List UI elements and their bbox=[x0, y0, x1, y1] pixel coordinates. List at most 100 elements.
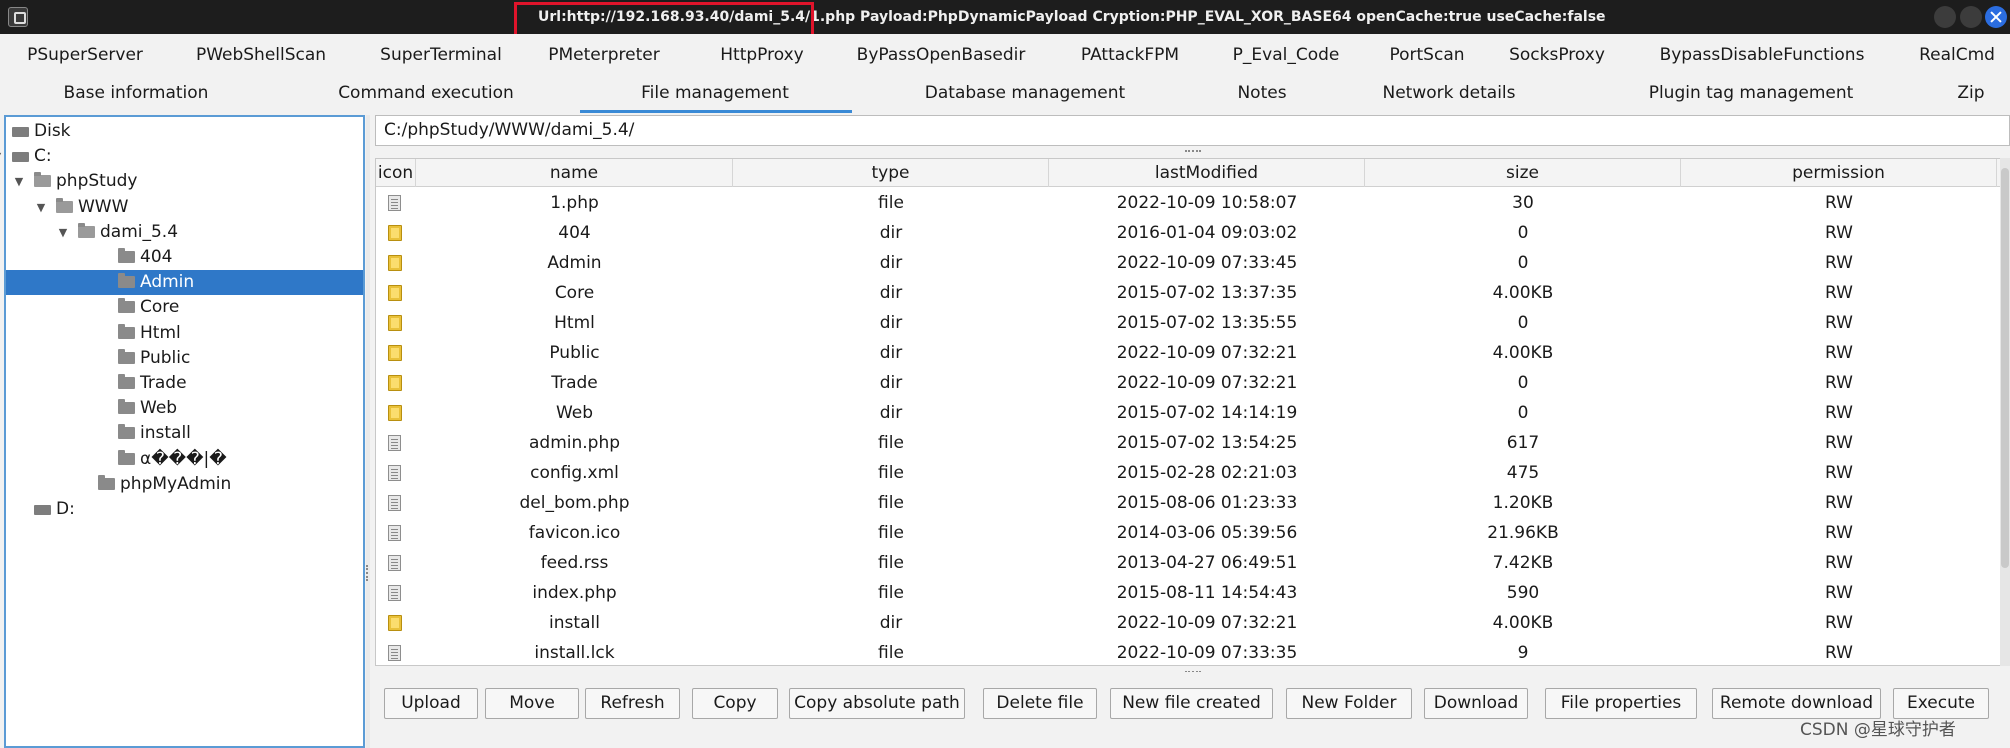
folder-icon bbox=[118, 424, 135, 440]
table-row[interactable]: feed.rss file 2013-04-27 06:49:51 7.42KB RW bbox=[376, 548, 2009, 578]
tree-item[interactable]: Html bbox=[6, 321, 363, 346]
tree-item[interactable]: Admin bbox=[6, 270, 363, 296]
scrollbar-thumb[interactable] bbox=[2001, 168, 2009, 568]
close-button[interactable] bbox=[1985, 6, 2007, 28]
tab-notes[interactable]: Notes bbox=[1237, 74, 1286, 114]
folder-icon bbox=[98, 474, 115, 490]
tree-item[interactable]: 404 bbox=[6, 245, 363, 270]
file-properties-button[interactable]: File properties bbox=[1545, 688, 1697, 719]
tab-socksproxy[interactable]: SocksProxy bbox=[1509, 34, 1605, 74]
tab-pmeterpreter[interactable]: PMeterpreter bbox=[548, 34, 659, 74]
tab-bypassdisablefunctions[interactable]: BypassDisableFunctions bbox=[1660, 34, 1865, 74]
cell-type: file bbox=[878, 193, 904, 213]
upload-button[interactable]: Upload bbox=[384, 688, 478, 719]
new-file-button[interactable]: New file created bbox=[1110, 688, 1273, 719]
tab-command-execution[interactable]: Command execution bbox=[338, 74, 514, 114]
folder-icon bbox=[118, 449, 135, 465]
vertical-splitter[interactable] bbox=[366, 115, 370, 748]
path-splitter-grip-icon[interactable] bbox=[1185, 150, 1201, 154]
tree-item[interactable]: ▼ C: bbox=[0, 144, 363, 169]
table-row[interactable]: 1.php file 2022-10-09 10:58:07 30 RW bbox=[376, 188, 2009, 218]
table-row[interactable]: Admin dir 2022-10-09 07:33:45 0 RW bbox=[376, 248, 2009, 278]
tab-superterminal[interactable]: SuperTerminal bbox=[380, 34, 502, 74]
tree-item[interactable]: install bbox=[6, 421, 363, 446]
watermark: CSDN @星球守护者 bbox=[1800, 720, 1956, 740]
table-row[interactable]: Html dir 2015-07-02 13:35:55 0 RW bbox=[376, 308, 2009, 338]
new-folder-button[interactable]: New Folder bbox=[1286, 688, 1412, 719]
tab-realcmd[interactable]: RealCmd bbox=[1919, 34, 1995, 74]
tree-item[interactable]: α���|� bbox=[6, 447, 363, 472]
table-row[interactable]: admin.php file 2015-07-02 13:54:25 617 RW bbox=[376, 428, 2009, 458]
tree-item-label: 404 bbox=[140, 247, 173, 267]
tree-item[interactable]: ▼ dami_5.4 bbox=[6, 220, 363, 245]
tree-item[interactable]: phpMyAdmin bbox=[6, 472, 363, 497]
tab-base-information[interactable]: Base information bbox=[64, 74, 209, 114]
splitter-grip-icon[interactable] bbox=[366, 565, 370, 581]
cell-size: 0 bbox=[1517, 403, 1529, 423]
table-row[interactable]: favicon.ico file 2014-03-06 05:39:56 21.96K… bbox=[376, 518, 2009, 548]
column-header-type[interactable]: type bbox=[733, 159, 1049, 187]
tree-item-label: phpStudy bbox=[56, 171, 138, 192]
table-row[interactable]: Public dir 2022-10-09 07:32:21 4.00KB RW bbox=[376, 338, 2009, 368]
tree-item[interactable]: ▼ WWW bbox=[6, 195, 363, 220]
copy-button[interactable]: Copy bbox=[692, 688, 778, 719]
expand-toggle-icon[interactable]: ▼ bbox=[0, 144, 4, 169]
expand-toggle-icon[interactable]: ▼ bbox=[56, 220, 70, 245]
refresh-button[interactable]: Refresh bbox=[585, 688, 680, 719]
cell-permission: RW bbox=[1825, 343, 1853, 363]
table-row[interactable]: install.lck file 2022-10-09 07:33:35 9 RW bbox=[376, 638, 2009, 665]
table-row[interactable]: install dir 2022-10-09 07:32:21 4.00KB RW bbox=[376, 608, 2009, 638]
move-button[interactable]: Move bbox=[485, 688, 579, 719]
tree-item[interactable]: ▼ phpStudy bbox=[6, 169, 363, 194]
tab-p-eval-code[interactable]: P_Eval_Code bbox=[1233, 34, 1340, 74]
column-header-permission[interactable]: permission bbox=[1681, 159, 1997, 187]
copy-absolute-path-button[interactable]: Copy absolute path bbox=[789, 688, 965, 719]
table-row[interactable]: Trade dir 2022-10-09 07:32:21 0 RW bbox=[376, 368, 2009, 398]
tab-database-management[interactable]: Database management bbox=[925, 74, 1125, 114]
column-header-name[interactable]: name bbox=[416, 159, 733, 187]
tree-item-label: phpMyAdmin bbox=[120, 473, 232, 494]
cell-type: dir bbox=[879, 313, 903, 333]
column-header-size[interactable]: size bbox=[1365, 159, 1681, 187]
tab-bypassopenbasedir[interactable]: ByPassOpenBasedir bbox=[857, 34, 1026, 74]
expand-toggle-icon[interactable]: ▼ bbox=[12, 169, 26, 194]
tab-file-management[interactable]: File management bbox=[641, 74, 789, 114]
table-scrollbar[interactable] bbox=[2000, 158, 2010, 666]
table-row[interactable]: config.xml file 2015-02-28 02:21:03 475 RW bbox=[376, 458, 2009, 488]
cell-lastmodified: 2015-08-11 14:54:43 bbox=[1116, 583, 1298, 603]
table-row[interactable]: Core dir 2015-07-02 13:37:35 4.00KB RW bbox=[376, 278, 2009, 308]
download-button[interactable]: Download bbox=[1424, 688, 1528, 719]
tree-item[interactable]: Disk bbox=[6, 119, 363, 144]
cell-permission: RW bbox=[1825, 553, 1853, 573]
cell-name: Web bbox=[555, 403, 594, 423]
tree-item[interactable]: Core bbox=[6, 295, 363, 320]
tab-network-details[interactable]: Network details bbox=[1382, 74, 1515, 114]
maximize-button[interactable] bbox=[1960, 6, 1982, 28]
column-header-icon[interactable]: icon bbox=[376, 159, 416, 187]
cell-size: 0 bbox=[1517, 373, 1529, 393]
tab-zip[interactable]: Zip bbox=[1957, 74, 1984, 114]
tab-plugin-tag-management[interactable]: Plugin tag management bbox=[1649, 74, 1854, 114]
tab-httpproxy[interactable]: HttpProxy bbox=[720, 34, 803, 74]
tree-item[interactable]: Web bbox=[6, 396, 363, 421]
table-row[interactable]: Web dir 2015-07-02 14:14:19 0 RW bbox=[376, 398, 2009, 428]
directory-tree[interactable]: Disk ▼ C: ▼ phpStudy ▼ WWW ▼ dami_5.4 404 Admin Cor… bbox=[0, 115, 365, 748]
minimize-button[interactable] bbox=[1934, 6, 1956, 28]
table-row[interactable]: del_bom.php file 2015-08-06 01:23:33 1.20KB… bbox=[376, 488, 2009, 518]
table-row[interactable]: index.php file 2015-08-11 14:54:43 590 RW bbox=[376, 578, 2009, 608]
cell-permission: RW bbox=[1825, 613, 1853, 633]
cell-permission: RW bbox=[1825, 493, 1853, 513]
tree-item[interactable]: Public bbox=[6, 346, 363, 371]
tab-portscan[interactable]: PortScan bbox=[1389, 34, 1464, 74]
tree-item[interactable]: D: bbox=[6, 497, 363, 522]
path-input[interactable]: C:/phpStudy/WWW/dami_5.4/ bbox=[375, 115, 2010, 146]
cell-lastmodified: 2015-08-06 01:23:33 bbox=[1116, 493, 1298, 513]
tree-item[interactable]: Trade bbox=[6, 371, 363, 396]
table-row[interactable]: 404 dir 2016-01-04 09:03:02 0 RW bbox=[376, 218, 2009, 248]
tab-pattackfpm[interactable]: PAttackFPM bbox=[1081, 34, 1179, 74]
expand-toggle-icon[interactable]: ▼ bbox=[34, 195, 48, 220]
delete-file-button[interactable]: Delete file bbox=[983, 688, 1097, 719]
column-header-lastmodified[interactable]: lastModified bbox=[1049, 159, 1365, 187]
tab-psuperserver[interactable]: PSuperServer bbox=[27, 34, 143, 74]
tab-pwebshellscan[interactable]: PWebShellScan bbox=[196, 34, 326, 74]
